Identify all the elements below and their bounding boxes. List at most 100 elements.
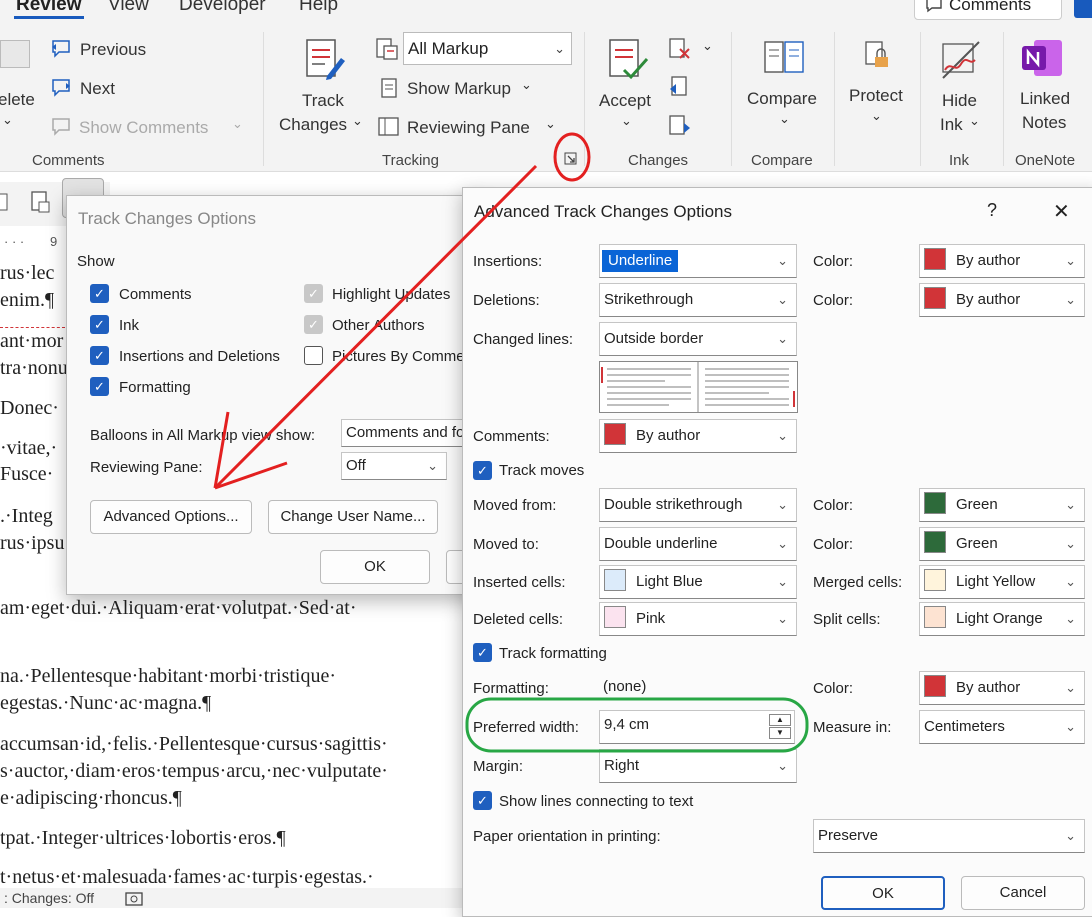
measure-in-select[interactable]: Centimeters ⌄: [919, 710, 1085, 744]
formatting-select[interactable]: (none): [599, 671, 797, 705]
track-changes-status[interactable]: : Changes: Off: [4, 890, 94, 906]
insertions-color-select[interactable]: By author ⌄: [919, 244, 1085, 278]
accept-chevron-icon[interactable]: ⌄: [621, 113, 632, 129]
reviewing-pane-chevron-icon[interactable]: ⌄: [545, 116, 556, 132]
hide-ink-chevron-icon[interactable]: ⌄: [969, 113, 980, 129]
ok-button[interactable]: OK: [821, 876, 945, 910]
accept-change-icon: [609, 39, 649, 80]
track-changes-label-1[interactable]: Track: [302, 91, 344, 111]
moved-to-color-select[interactable]: Green ⌄: [919, 527, 1085, 561]
comments-checkbox[interactable]: ✓: [90, 284, 109, 303]
doc-line: t·netus·et·malesuada·fames·ac·turpis·ege…: [0, 866, 374, 888]
margin-select-value: Right: [604, 757, 640, 774]
highlight-updates-checkbox[interactable]: ✓: [304, 284, 323, 303]
document-check-icon[interactable]: [30, 190, 52, 216]
moved-from-label: Moved from:: [473, 497, 557, 514]
moved-to-select[interactable]: Double underline ⌄: [599, 527, 797, 561]
doc-line: accumsan·id,·felis.·Pellentesque·cursus·…: [0, 733, 388, 755]
show-comments-button[interactable]: Show Comments: [79, 118, 208, 138]
onenote-icon: [1022, 40, 1062, 76]
reviewing-pane-select[interactable]: Off ⌄: [341, 452, 447, 480]
split-cells-select[interactable]: Light Orange ⌄: [919, 602, 1085, 636]
other-authors-checkbox[interactable]: ✓: [304, 315, 323, 334]
page-icon[interactable]: [0, 192, 10, 214]
formatting-color-select[interactable]: By author ⌄: [919, 671, 1085, 705]
next-comment-button[interactable]: Next: [80, 79, 115, 99]
cancel-button[interactable]: Cancel: [961, 876, 1085, 910]
tab-review[interactable]: Review: [16, 0, 81, 16]
reviewing-pane-button[interactable]: Reviewing Pane: [407, 118, 530, 138]
merged-cells-select[interactable]: Light Yellow ⌄: [919, 565, 1085, 599]
doc-line: e·adipiscing·rhoncus.¶: [0, 787, 182, 809]
dialog-title: Track Changes Options: [78, 209, 256, 228]
accessibility-icon[interactable]: [124, 891, 146, 907]
tab-help[interactable]: Help: [299, 0, 338, 16]
change-user-name-button[interactable]: Change User Name...: [268, 500, 438, 534]
preferred-width-input[interactable]: 9,4 cm ▲ ▼: [599, 710, 795, 744]
doc-line: ant·mor: [0, 330, 64, 352]
reject-change-icon[interactable]: [668, 37, 692, 61]
changed-lines-select[interactable]: Outside border ⌄: [599, 322, 797, 356]
ink-checkbox[interactable]: ✓: [90, 315, 109, 334]
insertions-select[interactable]: Underline ⌄: [599, 244, 797, 278]
paper-orientation-select[interactable]: Preserve ⌄: [813, 819, 1085, 853]
moved-to-select-value: Double underline: [604, 535, 718, 552]
delete-comment-button[interactable]: elete: [0, 90, 35, 110]
previous-change-icon[interactable]: [668, 75, 692, 99]
show-lines-checkbox[interactable]: ✓: [473, 791, 492, 810]
linked-notes-label-1[interactable]: Linked: [1020, 89, 1070, 109]
moved-from-color-label: Color:: [813, 497, 854, 514]
comments-color-select[interactable]: By author ⌄: [599, 419, 797, 453]
moved-from-select[interactable]: Double strikethrough ⌄: [599, 488, 797, 522]
reject-chevron-icon[interactable]: ⌄: [702, 38, 713, 54]
comments-button[interactable]: Comments: [914, 0, 1062, 20]
color-swatch: [924, 287, 946, 310]
tab-developer[interactable]: Developer: [179, 0, 266, 16]
share-button[interactable]: [1074, 0, 1092, 18]
advanced-options-button[interactable]: Advanced Options...: [90, 500, 252, 534]
deleted-cells-select[interactable]: Pink ⌄: [599, 602, 797, 636]
track-moves-label: Track moves: [499, 462, 585, 479]
tab-view[interactable]: View: [108, 0, 149, 16]
deletions-color-select[interactable]: By author ⌄: [919, 283, 1085, 317]
doc-line: rus·ipsu: [0, 532, 65, 554]
markup-select[interactable]: All Markup ⌄: [403, 32, 572, 65]
track-formatting-checkbox[interactable]: ✓: [473, 643, 492, 662]
protect-button[interactable]: Protect: [849, 86, 903, 106]
track-changes-button[interactable]: Changes: [279, 115, 347, 135]
deletions-select[interactable]: Strikethrough ⌄: [599, 283, 797, 317]
pictures-by-comments-checkbox[interactable]: ✓: [304, 346, 323, 365]
spin-down-icon[interactable]: ▼: [769, 727, 791, 739]
show-markup-chevron-icon[interactable]: ⌄: [521, 77, 532, 93]
spin-up-icon[interactable]: ▲: [769, 714, 791, 726]
track-changes-chevron-icon[interactable]: ⌄: [352, 113, 363, 129]
paper-orientation-select-value: Preserve: [818, 827, 879, 844]
compare-button[interactable]: Compare: [747, 89, 817, 109]
moved-from-color-select[interactable]: Green ⌄: [919, 488, 1085, 522]
formatting-checkbox[interactable]: ✓: [90, 377, 109, 396]
protect-chevron-icon[interactable]: ⌄: [871, 108, 882, 124]
measure-in-label: Measure in:: [813, 719, 892, 736]
hide-ink-icon: [942, 41, 980, 79]
help-icon[interactable]: ?: [987, 200, 997, 221]
inserted-cells-select[interactable]: Light Blue ⌄: [599, 565, 797, 599]
delete-dropdown-chevron-icon[interactable]: ⌄: [2, 112, 13, 128]
deletions-label: Deletions:: [473, 292, 540, 309]
chevron-down-icon: ⌄: [777, 536, 788, 551]
hide-ink-button[interactable]: Ink: [940, 115, 963, 135]
margin-select[interactable]: Right ⌄: [599, 749, 797, 783]
accept-button[interactable]: Accept: [599, 91, 651, 111]
track-moves-checkbox[interactable]: ✓: [473, 461, 492, 480]
tracking-dialog-launcher-icon[interactable]: [564, 152, 578, 166]
close-icon[interactable]: ✕: [1053, 199, 1070, 224]
compare-chevron-icon[interactable]: ⌄: [779, 111, 790, 127]
previous-comment-button[interactable]: Previous: [80, 40, 146, 60]
linked-notes-button[interactable]: Notes: [1022, 113, 1066, 133]
ok-button[interactable]: OK: [320, 550, 430, 584]
next-change-icon[interactable]: [668, 114, 692, 138]
group-label-ink: Ink: [949, 152, 970, 169]
measure-in-select-value: Centimeters: [924, 718, 1005, 735]
insertions-deletions-checkbox[interactable]: ✓: [90, 346, 109, 365]
show-markup-button[interactable]: Show Markup: [407, 79, 511, 99]
hide-ink-label-1[interactable]: Hide: [942, 91, 977, 111]
